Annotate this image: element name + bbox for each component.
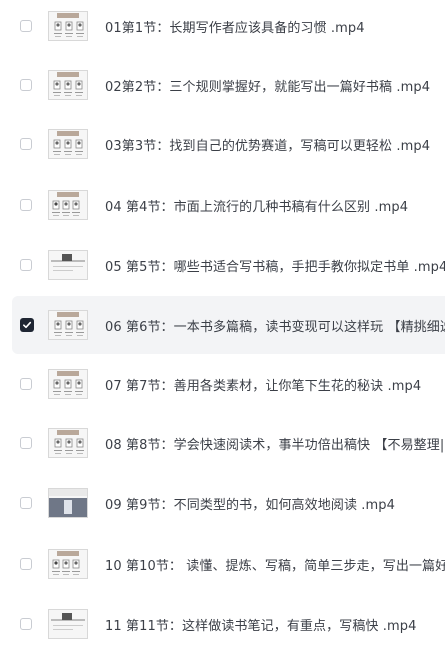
video-thumbnail[interactable] bbox=[48, 428, 88, 458]
checkbox[interactable] bbox=[20, 618, 32, 630]
checkbox[interactable] bbox=[20, 259, 32, 271]
video-thumbnail[interactable] bbox=[48, 488, 88, 518]
file-name[interactable]: 10 第10节： 读懂、提炼、写稿，简单三步走，写出一篇好文 bbox=[105, 555, 445, 574]
video-thumbnail[interactable] bbox=[48, 549, 88, 579]
checkbox[interactable] bbox=[20, 378, 32, 390]
file-row[interactable]: 05 第5节：哪些书适合写书稿，手把手教你拟定书单 .mp4 bbox=[0, 236, 445, 294]
checkbox[interactable] bbox=[20, 199, 32, 211]
checkmark-icon bbox=[23, 321, 32, 329]
video-thumbnail[interactable] bbox=[48, 250, 88, 280]
file-row[interactable]: 04 第4节：市面上流行的几种书稿有什么区别 .mp4 bbox=[0, 176, 445, 234]
checkbox-checked[interactable] bbox=[20, 318, 34, 332]
checkbox[interactable] bbox=[20, 497, 32, 509]
file-name[interactable]: 03第3节：找到自己的优势赛道，写稿可以更轻松 .mp4 bbox=[105, 135, 430, 154]
video-thumbnail[interactable] bbox=[48, 129, 88, 159]
checkbox[interactable] bbox=[20, 79, 32, 91]
file-row[interactable]: 10 第10节： 读懂、提炼、写稿，简单三步走，写出一篇好文 bbox=[0, 535, 445, 593]
file-row[interactable]: 08 第8节：学会快速阅读术，事半功倍出稿快 【不易整理|| bbox=[0, 414, 445, 472]
file-name[interactable]: 08 第8节：学会快速阅读术，事半功倍出稿快 【不易整理|| bbox=[105, 434, 445, 453]
checkbox[interactable] bbox=[20, 558, 32, 570]
video-thumbnail[interactable] bbox=[48, 11, 88, 41]
video-thumbnail[interactable] bbox=[48, 369, 88, 399]
video-thumbnail[interactable] bbox=[48, 609, 88, 639]
file-list: 01第1节：长期写作者应该具备的习惯 .mp4 02第2节：三个规则掌握好，就能写… bbox=[0, 0, 445, 652]
file-name[interactable]: 02第2节：三个规则掌握好，就能写出一篇好书稿 .mp4 bbox=[105, 76, 430, 95]
file-row[interactable]: 03第3节：找到自己的优势赛道，写稿可以更轻松 .mp4 bbox=[0, 115, 445, 173]
file-row[interactable]: 09 第9节：不同类型的书，如何高效地阅读 .mp4 bbox=[0, 474, 445, 532]
file-name[interactable]: 09 第9节：不同类型的书，如何高效地阅读 .mp4 bbox=[105, 494, 395, 513]
file-row[interactable]: 07 第7节：善用各类素材，让你笔下生花的秘诀 .mp4 bbox=[0, 355, 445, 413]
file-name[interactable]: 07 第7节：善用各类素材，让你笔下生花的秘诀 .mp4 bbox=[105, 375, 421, 394]
file-row[interactable]: 01第1节：长期写作者应该具备的习惯 .mp4 bbox=[0, 0, 445, 55]
file-name[interactable]: 01第1节：长期写作者应该具备的习惯 .mp4 bbox=[105, 17, 365, 36]
video-thumbnail[interactable] bbox=[48, 310, 88, 340]
checkbox[interactable] bbox=[20, 20, 32, 32]
video-thumbnail[interactable] bbox=[48, 190, 88, 220]
checkbox[interactable] bbox=[20, 437, 32, 449]
video-thumbnail[interactable] bbox=[48, 70, 88, 100]
file-row[interactable]: 02第2节：三个规则掌握好，就能写出一篇好书稿 .mp4 bbox=[0, 56, 445, 114]
file-name[interactable]: 05 第5节：哪些书适合写书稿，手把手教你拟定书单 .mp4 bbox=[105, 256, 445, 275]
file-row[interactable]: 11 第11节：这样做读书笔记，有重点，写稿快 .mp4 bbox=[0, 595, 445, 652]
file-name[interactable]: 04 第4节：市面上流行的几种书稿有什么区别 .mp4 bbox=[105, 196, 408, 215]
checkbox[interactable] bbox=[20, 138, 32, 150]
file-name[interactable]: 06 第6节：一本书多篇稿，读书变现可以这样玩 【精挑细选 bbox=[105, 316, 445, 335]
file-name[interactable]: 11 第11节：这样做读书笔记，有重点，写稿快 .mp4 bbox=[105, 615, 416, 634]
file-row[interactable]: 06 第6节：一本书多篇稿，读书变现可以这样玩 【精挑细选 bbox=[12, 296, 445, 354]
